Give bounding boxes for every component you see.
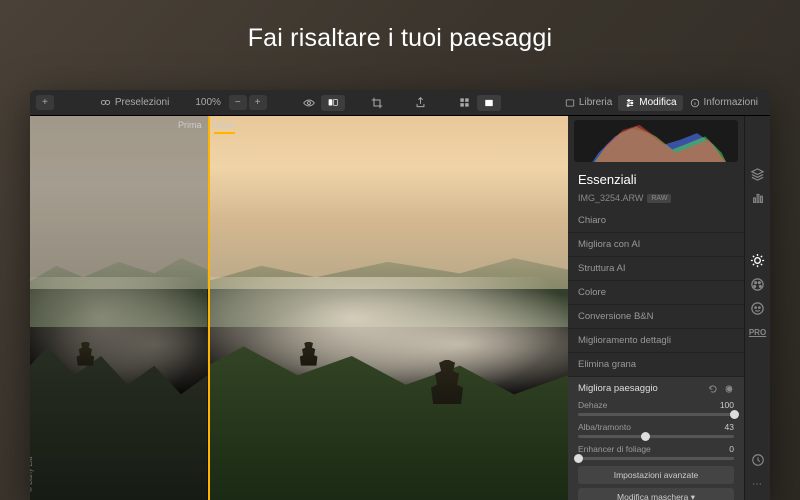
zoom-in-button[interactable]: +	[249, 95, 267, 110]
photo-credit: © Dany Eid	[30, 456, 34, 492]
after-label: Dopo	[214, 120, 236, 134]
export-icon	[415, 97, 427, 109]
promo-headline: Fai risaltare i tuoi paesaggi	[0, 24, 800, 53]
tab-library-label: Libreria	[579, 97, 612, 108]
zoom-level[interactable]: 100%	[189, 95, 227, 110]
info-icon	[689, 97, 701, 109]
after-image	[208, 116, 568, 500]
histogram-rail-icon[interactable]	[750, 190, 766, 206]
foliage-slider[interactable]	[578, 457, 734, 460]
dehaze-value: 100	[720, 400, 734, 410]
layers-icon[interactable]	[750, 166, 766, 182]
foliage-value: 0	[729, 444, 734, 454]
crop-icon	[371, 97, 383, 109]
dehaze-slider[interactable]	[578, 413, 734, 416]
compare-divider[interactable]	[208, 116, 210, 500]
canvas-area: Prima © Dany Eid Dopo	[30, 116, 568, 500]
adjust-colore[interactable]: Colore	[568, 281, 744, 305]
adjust-chiaro[interactable]: Chiaro	[568, 209, 744, 233]
edit-mask-button[interactable]: Modifica maschera ▾	[578, 488, 734, 500]
view-compare-button[interactable]	[321, 95, 345, 111]
edit-panel: Essenziali IMG_3254.ARW RAW Chiaro Migli…	[568, 116, 744, 500]
golden-slider[interactable]	[578, 435, 734, 438]
tab-edit[interactable]: Modifica	[618, 95, 682, 111]
light-tool-icon[interactable]	[750, 252, 766, 268]
adjust-struttura-ai[interactable]: Struttura AI	[568, 257, 744, 281]
grid-icon	[459, 97, 471, 109]
pro-tool-icon[interactable]: PRO	[750, 324, 766, 340]
landscape-enhancer-panel: Migliora paesaggio Dehaze 100 Alba/tramo…	[568, 377, 744, 500]
file-badge: RAW	[647, 194, 671, 203]
landscape-reset-icon[interactable]	[708, 384, 734, 394]
tab-edit-label: Modifica	[639, 97, 676, 108]
presets-icon	[100, 97, 112, 109]
view-single-button[interactable]	[297, 95, 321, 111]
toolbar: + Preselezioni 100% − +	[30, 90, 770, 116]
adjust-dettagli[interactable]: Miglioramento dettagli	[568, 329, 744, 353]
app-window: + Preselezioni 100% − +	[30, 90, 770, 500]
grid-view-button[interactable]	[453, 95, 477, 111]
golden-label: Alba/tramonto	[578, 422, 631, 432]
before-label: Prima	[178, 120, 202, 130]
presets-button[interactable]: Preselezioni	[94, 95, 175, 111]
export-button[interactable]	[409, 95, 433, 111]
adjust-bn[interactable]: Conversione B&N	[568, 305, 744, 329]
single-icon	[483, 97, 495, 109]
file-info: IMG_3254.ARW RAW	[568, 191, 744, 209]
landscape-title: Migliora paesaggio	[578, 383, 658, 394]
golden-value: 43	[725, 422, 734, 432]
panel-title: Essenziali	[568, 166, 744, 191]
presets-label: Preselezioni	[115, 97, 169, 108]
histogram[interactable]	[574, 120, 738, 162]
more-icon[interactable]: ⋯	[750, 476, 766, 492]
portrait-tool-icon[interactable]	[750, 300, 766, 316]
zoom-group: 100% − +	[189, 95, 266, 110]
single-view-button[interactable]	[477, 95, 501, 111]
tool-rail: PRO ⋯	[744, 116, 770, 500]
eye-icon	[303, 97, 315, 109]
color-tool-icon[interactable]	[750, 276, 766, 292]
dehaze-label: Dehaze	[578, 400, 607, 410]
before-image	[30, 116, 208, 500]
sliders-icon	[624, 97, 636, 109]
after-pane: Dopo	[208, 116, 568, 500]
add-button[interactable]: +	[36, 95, 54, 110]
adjustments-list: Chiaro Migliora con AI Struttura AI Colo…	[568, 209, 744, 500]
content-area: Prima © Dany Eid Dopo	[30, 116, 770, 500]
crop-button[interactable]	[365, 95, 389, 111]
history-icon[interactable]	[750, 452, 766, 468]
library-icon	[564, 97, 576, 109]
foliage-label: Enhancer di foliage	[578, 444, 651, 454]
zoom-out-button[interactable]: −	[229, 95, 247, 110]
tab-library[interactable]: Libreria	[558, 95, 618, 111]
advanced-settings-button[interactable]: Impostazioni avanzate	[578, 466, 734, 484]
adjust-migliora-ai[interactable]: Migliora con AI	[568, 233, 744, 257]
before-pane: Prima © Dany Eid	[30, 116, 208, 500]
filename: IMG_3254.ARW	[578, 193, 643, 203]
compare-icon	[327, 97, 339, 109]
adjust-grana[interactable]: Elimina grana	[568, 353, 744, 377]
tab-info[interactable]: Informazioni	[683, 95, 764, 111]
tab-info-label: Informazioni	[704, 97, 758, 108]
